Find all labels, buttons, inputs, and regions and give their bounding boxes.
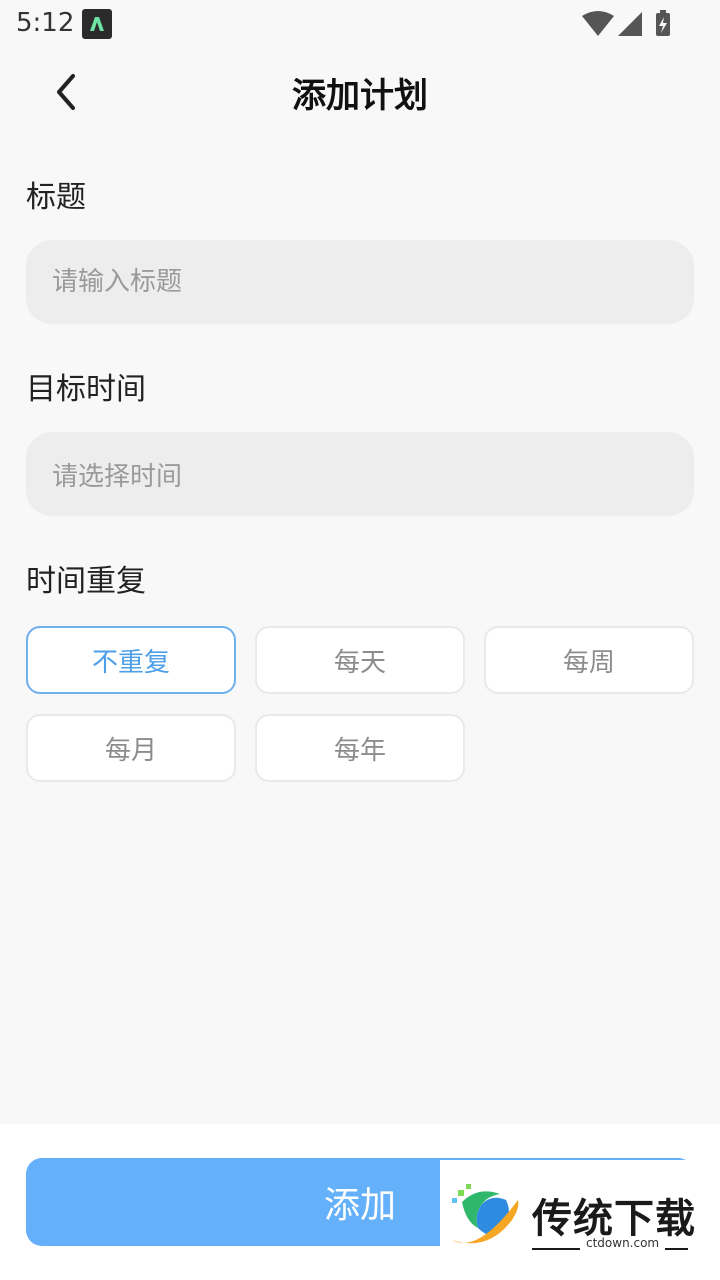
repeat-option-yearly[interactable]: 每年 [255, 714, 465, 782]
repeat-option-monthly[interactable]: 每月 [26, 714, 236, 782]
watermark-site: ctdown.com [580, 1236, 666, 1250]
header: 添加计划 [0, 52, 720, 132]
watermark-logo-icon [452, 1184, 519, 1244]
app-notification-icon [82, 9, 112, 39]
repeat-option-weekly[interactable]: 每周 [484, 626, 694, 694]
repeat-option-none[interactable]: 不重复 [26, 626, 236, 694]
target-time-label: 目标时间 [26, 372, 146, 407]
repeat-label: 时间重复 [26, 564, 146, 599]
target-time-placeholder: 请选择时间 [52, 461, 183, 492]
status-time: 5:12 [16, 8, 75, 38]
title-input[interactable] [52, 240, 694, 324]
status-bar: 5:12 [0, 0, 720, 52]
signal-icon [618, 12, 642, 36]
page-title: 添加计划 [292, 76, 428, 116]
target-time-picker[interactable]: 请选择时间 [26, 432, 694, 516]
watermark: 传统下载 ctdown.com [440, 1160, 700, 1260]
repeat-option-daily[interactable]: 每天 [255, 626, 465, 694]
title-field[interactable] [26, 240, 694, 324]
title-label: 标题 [26, 180, 86, 215]
battery-charging-icon [656, 10, 670, 36]
status-icons [582, 10, 678, 38]
wifi-icon [582, 11, 614, 36]
